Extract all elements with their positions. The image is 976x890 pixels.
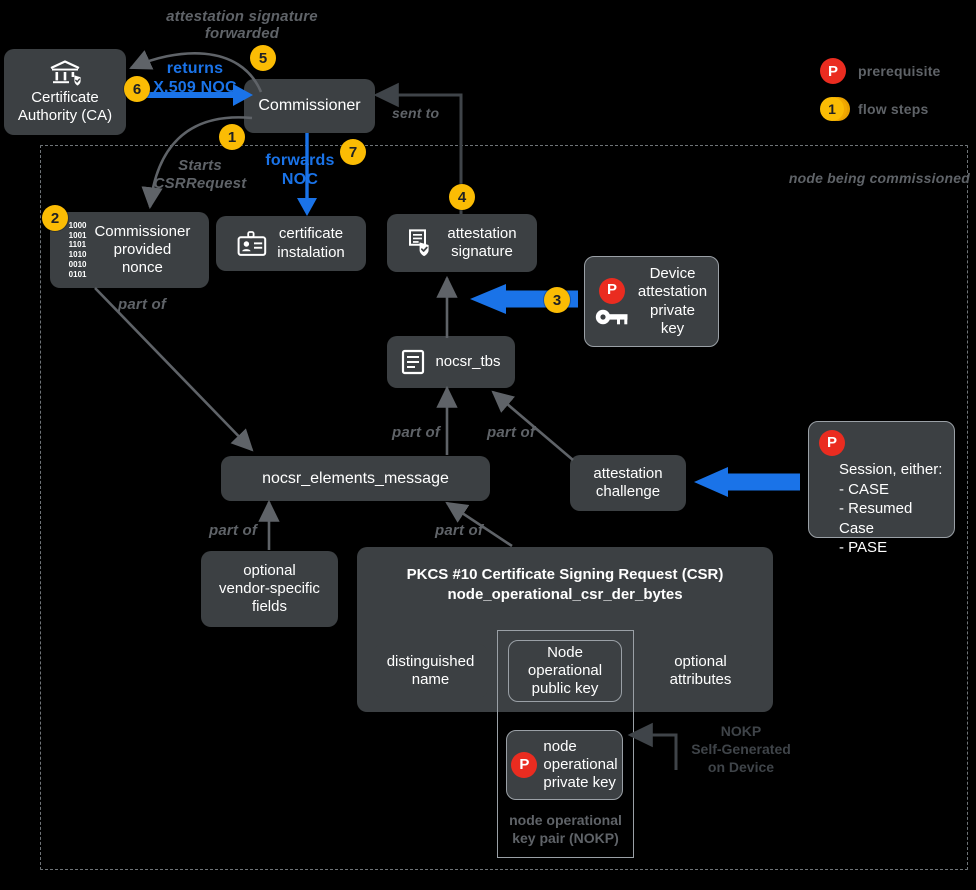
edge-label-starts-csrrequest: Starts CSRRequest [153,157,247,192]
legend-row-flow-steps: 1 flow steps [820,90,970,128]
node-attestation-challenge-label: attestation challenge [593,464,663,500]
node-device-attestation-private-key-label: Device attestation private key [637,264,708,337]
node-commissioner-provided-nonce[interactable]: 1000 1001 1101 1010 0010 0101 Commission… [50,212,209,288]
step-badge-4: 4 [449,184,475,210]
node-attestation-signature[interactable]: attestation signature [387,214,537,272]
step-badge-1: 1 [219,124,245,150]
flow-step-coin-number: 1 [820,97,844,121]
node-optional-vendor-specific-fields[interactable]: optional vendor-specific fields [201,551,338,627]
node-certificate-instalation-label: certificate instalation [277,225,345,261]
legend-label-prerequisite: prerequisite [858,63,941,79]
node-session[interactable]: P Session, either: - CASE - Resumed Case… [808,421,955,556]
edge-label-part-of-challenge: part of [487,424,536,441]
prerequisite-badge: P [599,277,625,304]
step-badge-3: 3 [544,287,570,313]
edge-label-returns-x509-noc: returns X.509 NOC [153,60,237,96]
node-commissioner[interactable]: Commissioner [244,79,375,133]
step-badge-2: 2 [42,205,68,231]
nokp-self-generated-note: NOKP Self-Generated on Device [691,723,791,776]
node-attestation-challenge[interactable]: attestation challenge [570,455,686,511]
node-device-attestation-private-key[interactable]: P Device attestation private key [584,256,719,347]
edge-label-part-of-csr: part of [435,522,484,539]
prerequisite-badge: P [511,751,538,778]
node-commissioner-provided-nonce-label: Commissioner provided nonce [94,222,191,277]
node-distinguished-name-label: distinguished name [386,652,475,688]
node-session-label: Session, either: - CASE - Resumed Case -… [839,461,943,556]
prerequisite-badge: P [819,430,845,456]
id-card-icon [237,230,267,257]
node-certificate-authority-label: Certificate Authority (CA) [17,88,113,124]
node-attestation-signature-label: attestation signature [447,224,517,260]
prerequisite-badge-icon: P [820,58,846,84]
diagram-canvas: node being commissioned Certificate Auth… [0,0,976,890]
node-certificate-instalation[interactable]: certificate instalation [216,216,366,271]
step-badge-5: 5 [250,45,276,71]
flow-step-coin-icon: 1 [820,96,850,122]
bank-shield-icon [47,59,83,87]
legend-row-prerequisite: P prerequisite [820,52,970,90]
node-node-operational-private-key-label: node operational private key [543,737,618,792]
step-badge-6: 6 [124,76,150,102]
node-optional-vendor-specific-fields-label: optional vendor-specific fields [219,561,320,616]
document-shield-icon [407,228,437,258]
legend: P prerequisite 1 flow steps [820,52,970,128]
node-commissioner-label: Commissioner [258,97,361,115]
binary-digits-icon: 1000 1001 1101 1010 0010 0101 [68,220,87,279]
node-optional-attributes-label: optional attributes [669,652,732,688]
node-node-operational-private-key[interactable]: P node operational private key [506,730,623,800]
edge-label-forwards-noc: forwards NOC [265,152,335,188]
node-pkcs-csr-title: PKCS #10 Certificate Signing Request (CS… [406,566,724,604]
node-optional-attributes[interactable]: optional attributes [645,644,756,698]
nokp-frame-caption: node operational key pair (NOKP) [509,812,622,846]
edge-label-part-of-elements: part of [392,424,441,441]
commissioned-node-region-label: node being commissioned [788,170,970,186]
edge-label-attestation-signature-forwarded: attestation signature forwarded [166,8,318,42]
edge-label-sent-to: sent to [392,105,440,121]
node-nocsr-elements-message[interactable]: nocsr_elements_message [221,456,490,501]
node-nocsr-elements-message-label: nocsr_elements_message [262,469,449,487]
node-nocsr-tbs[interactable]: nocsr_tbs [387,336,515,388]
edge-label-part-of-nonce: part of [118,296,167,313]
key-icon: P [595,277,629,326]
step-badge-7: 7 [340,139,366,165]
node-certificate-authority[interactable]: Certificate Authority (CA) [4,49,126,135]
edge-label-provides: provides [722,474,787,491]
node-nocsr-tbs-label: nocsr_tbs [435,352,501,370]
edge-label-sign: sign [500,291,532,308]
node-distinguished-name[interactable]: distinguished name [373,644,488,698]
document-lines-icon [401,349,425,375]
edge-label-part-of-vendor-fields: part of [209,522,258,539]
legend-label-flow-steps: flow steps [858,101,929,117]
